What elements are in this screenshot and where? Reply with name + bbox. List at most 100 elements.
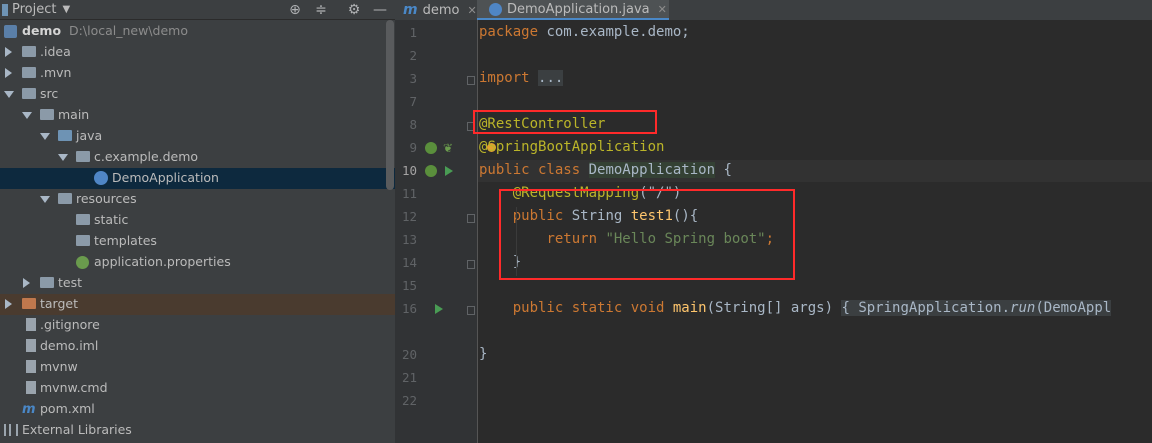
- line-number: 3: [409, 71, 417, 86]
- code-line-9[interactable]: @SpringBootApplication: [479, 139, 664, 155]
- fold-icon[interactable]: [467, 76, 475, 85]
- code-line-3[interactable]: import ...: [479, 70, 564, 86]
- code-text: }: [479, 346, 488, 362]
- tree-item-main[interactable]: main: [0, 105, 395, 126]
- chevron-right-icon[interactable]: [5, 68, 12, 78]
- folded-imports[interactable]: ...: [538, 70, 564, 86]
- project-scrollbar[interactable]: [386, 20, 394, 190]
- code-line-16[interactable]: public static void main(String[] args) {…: [479, 300, 1112, 316]
- editor-tabs: m demo ✕ DemoApplication.java ✕: [395, 0, 1152, 20]
- tree-item-label: .idea: [40, 44, 71, 59]
- chevron-right-icon[interactable]: [5, 299, 12, 309]
- folded-body: (DemoAppl: [1035, 300, 1112, 316]
- tree-item-demo[interactable]: demo D:\local_new\demo: [0, 21, 395, 42]
- file-icon: [26, 339, 36, 352]
- line-number: 16: [401, 301, 417, 316]
- tree-item-static[interactable]: static: [0, 210, 395, 231]
- tree-item-mvnw[interactable]: mvnw: [0, 357, 395, 378]
- chevron-down-icon[interactable]: [58, 154, 68, 161]
- line-number: 13: [401, 232, 417, 247]
- chevron-right-icon[interactable]: [5, 47, 12, 57]
- spring-properties-icon: [76, 256, 89, 269]
- tree-item-label: mvnw: [40, 359, 78, 374]
- spring-boot-class-icon: [94, 171, 108, 185]
- package-icon: [76, 151, 90, 162]
- tree-item-demoapplication[interactable]: DemoApplication: [0, 168, 395, 189]
- folder-icon: [40, 109, 54, 120]
- tree-item-src[interactable]: src: [0, 84, 395, 105]
- folded-body[interactable]: { SpringApplication.: [841, 300, 1011, 316]
- chevron-right-icon[interactable]: [23, 278, 30, 288]
- close-icon[interactable]: ✕: [658, 3, 667, 16]
- code-editor: m demo ✕ DemoApplication.java ✕ 1 2 3 7 …: [395, 0, 1152, 443]
- line-number: 9: [409, 140, 417, 155]
- minimize-icon[interactable]: —: [371, 1, 389, 19]
- fold-icon[interactable]: [467, 260, 475, 269]
- folder-icon: [40, 277, 54, 288]
- resources-folder-icon: [58, 193, 72, 204]
- line-number: 1: [409, 25, 417, 40]
- tree-item-external-libraries[interactable]: External Libraries: [0, 420, 395, 441]
- tree-item-label: c.example.demo: [94, 149, 199, 164]
- file-icon: [26, 360, 36, 373]
- tree-item-application-properties[interactable]: application.properties: [0, 252, 395, 273]
- tree-item-mvnw-cmd[interactable]: mvnw.cmd: [0, 378, 395, 399]
- tree-item-test[interactable]: test: [0, 273, 395, 294]
- tree-item-mvn[interactable]: .mvn: [0, 63, 395, 84]
- chevron-down-icon[interactable]: [22, 112, 32, 119]
- code-line-1[interactable]: package com.example.demo;: [479, 24, 690, 40]
- spring-leaf-icon[interactable]: ❦: [443, 142, 455, 154]
- tree-item-label: java: [76, 128, 103, 143]
- line-number: 15: [401, 278, 417, 293]
- spring-bean-icon[interactable]: [425, 142, 437, 154]
- run-icon[interactable]: [445, 166, 453, 176]
- target-icon[interactable]: ⊕: [286, 1, 304, 19]
- keyword: public static void: [512, 300, 665, 316]
- tree-item-resources[interactable]: resources: [0, 189, 395, 210]
- code-line-20[interactable]: }: [479, 346, 487, 362]
- fold-icon[interactable]: [467, 214, 475, 223]
- tree-item-label: main: [58, 107, 90, 122]
- project-view-selector[interactable]: Project ▼: [2, 2, 70, 17]
- line-number: 2: [409, 48, 417, 63]
- chevron-down-icon: ▼: [62, 4, 71, 15]
- chevron-down-icon[interactable]: [40, 133, 50, 140]
- tree-item-label: templates: [94, 233, 157, 248]
- run-icon[interactable]: [435, 304, 443, 314]
- chevron-down-icon[interactable]: [4, 91, 14, 98]
- file-icon: [26, 381, 36, 394]
- excluded-folder-icon: [22, 298, 36, 309]
- tree-item-package[interactable]: c.example.demo: [0, 147, 395, 168]
- keyword: import: [479, 70, 530, 86]
- folder-icon: [22, 46, 36, 57]
- gear-icon[interactable]: ⚙: [345, 1, 363, 19]
- tree-item-target[interactable]: target: [0, 294, 395, 315]
- spring-bean-icon[interactable]: [425, 165, 437, 177]
- project-path: D:\local_new\demo: [69, 23, 188, 38]
- tree-item-pom-xml[interactable]: m pom.xml: [0, 399, 395, 420]
- highlight-box-restcontroller: [473, 110, 657, 134]
- line-number: 7: [409, 94, 417, 109]
- fold-icon[interactable]: [467, 306, 475, 315]
- maven-icon: m: [22, 402, 36, 417]
- folder-icon: [22, 88, 36, 99]
- chevron-down-icon[interactable]: [40, 196, 50, 203]
- tree-item-label: DemoApplication: [112, 170, 219, 185]
- line-number: 20: [401, 347, 417, 362]
- tree-item-java[interactable]: java: [0, 126, 395, 147]
- tree-item-templates[interactable]: templates: [0, 231, 395, 252]
- tree-item-label: static: [94, 212, 129, 227]
- close-icon[interactable]: ✕: [467, 4, 476, 17]
- tree-item-gitignore[interactable]: .gitignore: [0, 315, 395, 336]
- collapse-icon[interactable]: ≑: [312, 1, 330, 19]
- code-line-10[interactable]: public class DemoApplication {: [479, 162, 732, 178]
- tab-demoapplication-java[interactable]: DemoApplication.java ✕: [477, 0, 669, 20]
- class-name: DemoApplication: [588, 162, 716, 178]
- tree-item-idea[interactable]: .idea: [0, 42, 395, 63]
- line-number: 11: [401, 186, 417, 201]
- annotation: SpringBootApplication: [487, 139, 665, 155]
- tree-item-demo-iml[interactable]: demo.iml: [0, 336, 395, 357]
- tab-label: DemoApplication.java: [507, 1, 650, 17]
- line-number: 8: [409, 117, 417, 132]
- tab-demo[interactable]: m demo ✕: [395, 0, 477, 20]
